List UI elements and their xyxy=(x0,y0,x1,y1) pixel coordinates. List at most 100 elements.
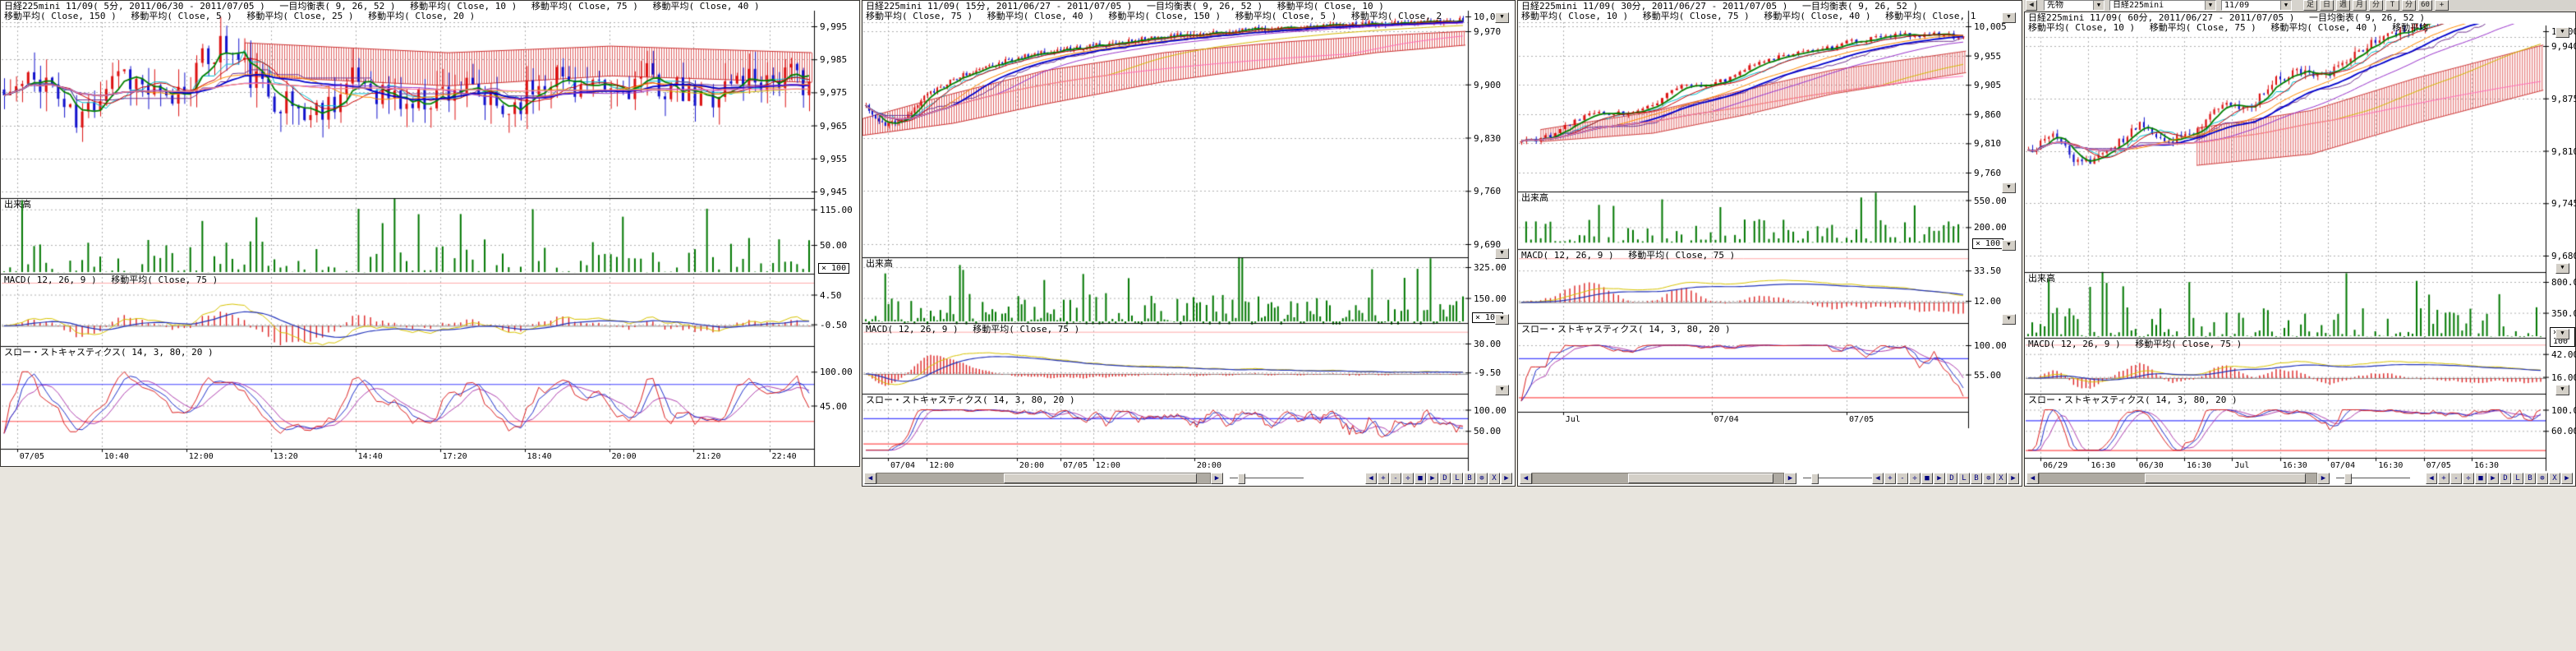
volume-section-label: 出来高 xyxy=(2028,274,2055,284)
price-axis-label: 9,760 xyxy=(1474,187,1501,196)
chart-tool-button[interactable]: ⊕ xyxy=(2537,473,2548,484)
zoom-slider[interactable] xyxy=(1230,473,1304,483)
scrollbar-track[interactable] xyxy=(876,473,1211,484)
time-axis-label: 20:00 xyxy=(1197,461,1221,470)
chevron-down-icon[interactable]: ▼ xyxy=(2205,1,2215,10)
chart-tool-button[interactable]: ✛ xyxy=(2463,473,2474,484)
toolbar-period-button[interactable]: 月 xyxy=(2353,0,2367,11)
time-axis-label: 20:00 xyxy=(1019,461,1044,470)
chart-tool-button[interactable]: ▶ xyxy=(1934,473,1945,484)
section-dropdown-button[interactable]: ▼ xyxy=(1495,385,1509,395)
section-dropdown-button[interactable]: ▼ xyxy=(2002,240,2016,251)
chart-tool-button[interactable]: + xyxy=(2438,473,2450,484)
chart-tool-button[interactable]: ✛ xyxy=(1909,473,1920,484)
toolbar-period-button[interactable]: T xyxy=(2385,0,2399,11)
instrument-combo-1[interactable]: 日経225mini ▼ xyxy=(2109,0,2216,11)
chart-tool-button[interactable]: ▶ xyxy=(2008,473,2019,484)
section-dropdown-button[interactable]: ▼ xyxy=(1495,12,1509,23)
time-axis-label: 17:20 xyxy=(443,452,467,461)
toolbar-period-button[interactable]: + xyxy=(2435,0,2449,11)
scrollbar-thumb[interactable] xyxy=(1004,473,1197,483)
chart-tool-button[interactable]: X xyxy=(1488,473,1500,484)
chart-tool-button[interactable]: ▶ xyxy=(2487,473,2499,484)
price-axis-label: 9,760 xyxy=(1974,169,2001,178)
chart-canvas[interactable] xyxy=(862,1,1515,486)
zoom-slider[interactable] xyxy=(1803,473,1877,483)
toolbar-period-button[interactable]: 週 xyxy=(2336,0,2350,11)
chart-tool-button[interactable]: ■ xyxy=(2475,473,2486,484)
time-axis-label: 07/05 xyxy=(2426,461,2451,470)
chart-scrollbar-row: ◀▶◀+-✛■▶DLB⊕X▶ xyxy=(1520,473,2020,485)
chart-tool-button[interactable]: D xyxy=(1946,473,1957,484)
toolbar-back-button[interactable]: ◀ xyxy=(2026,0,2037,11)
chart-tool-button[interactable]: ◀ xyxy=(1365,473,1377,484)
chart-tool-button[interactable]: ✛ xyxy=(1402,473,1414,484)
section-dropdown-button[interactable]: ▼ xyxy=(2555,263,2569,274)
chart-canvas[interactable] xyxy=(2025,12,2575,486)
chart-tool-button[interactable]: ◀ xyxy=(2426,473,2437,484)
toolbar-period-button[interactable]: 60 xyxy=(2418,0,2432,11)
chart-tool-button[interactable]: ◀ xyxy=(1872,473,1884,484)
time-axis-label: 07/04 xyxy=(2330,461,2355,470)
chart-tool-button[interactable]: ⊕ xyxy=(1476,473,1488,484)
chart-tool-button[interactable]: - xyxy=(1390,473,1401,484)
chart-tool-button[interactable]: ■ xyxy=(1921,473,1933,484)
toolbar-period-button[interactable]: 日 xyxy=(2320,0,2334,11)
chart-tool-button[interactable]: X xyxy=(2549,473,2560,484)
chart-tool-button[interactable]: - xyxy=(2450,473,2462,484)
chart-tool-button[interactable]: X xyxy=(1995,473,2007,484)
zoom-slider[interactable] xyxy=(2336,473,2410,483)
chart-tool-button[interactable]: B xyxy=(2524,473,2536,484)
chart-tool-button[interactable]: ■ xyxy=(1414,473,1426,484)
scrollbar-track[interactable] xyxy=(2039,473,2317,484)
scrollbar-right-arrow[interactable]: ▶ xyxy=(1784,473,1796,484)
chart-tool-button[interactable]: - xyxy=(1897,473,1908,484)
chevron-down-icon[interactable]: ▼ xyxy=(2093,1,2104,10)
scrollbar-right-arrow[interactable]: ▶ xyxy=(2317,473,2330,484)
scrollbar-left-arrow[interactable]: ◀ xyxy=(2026,473,2039,484)
toolbar-period-button[interactable]: 足 xyxy=(2303,0,2317,11)
zoom-slider-handle[interactable] xyxy=(2344,473,2352,484)
chart-tool-button[interactable]: B xyxy=(1464,473,1475,484)
toolbar-period-button[interactable]: 分 xyxy=(2402,0,2416,11)
section-dropdown-button[interactable]: ▼ xyxy=(2002,182,2016,193)
scrollbar-right-arrow[interactable]: ▶ xyxy=(1211,473,1223,484)
section-dropdown-button[interactable]: ▼ xyxy=(2555,27,2569,38)
time-axis-label: 12:00 xyxy=(189,452,214,461)
section-dropdown-button[interactable]: ▼ xyxy=(2555,329,2569,339)
chart-tool-button[interactable]: ▶ xyxy=(2561,473,2573,484)
chart-tool-button[interactable]: L xyxy=(1451,473,1463,484)
combo-label: 日経225mini xyxy=(2113,1,2164,10)
chart-tool-button[interactable]: + xyxy=(1884,473,1896,484)
scrollbar-thumb[interactable] xyxy=(1628,473,1773,483)
volume-axis-label: 800.00 xyxy=(2551,278,2576,287)
section-dropdown-button[interactable]: ▼ xyxy=(2002,314,2016,325)
scrollbar-left-arrow[interactable]: ◀ xyxy=(1520,473,1532,484)
section-dropdown-button[interactable]: ▼ xyxy=(2555,385,2569,395)
scrollbar-track[interactable] xyxy=(1532,473,1784,484)
instrument-combo-0[interactable]: 先物▼ xyxy=(2044,0,2104,11)
chart-tool-button[interactable]: ▶ xyxy=(1501,473,1512,484)
section-dropdown-button[interactable]: ▼ xyxy=(1495,248,1509,259)
section-dropdown-button[interactable]: ▼ xyxy=(1495,314,1509,325)
zoom-slider-handle[interactable] xyxy=(1238,473,1245,484)
time-axis-label: Jul xyxy=(1566,415,1580,424)
chart-tool-button[interactable]: + xyxy=(1378,473,1389,484)
chart-tool-button[interactable]: D xyxy=(1439,473,1451,484)
chart-canvas[interactable] xyxy=(1,1,859,466)
scrollbar-left-arrow[interactable]: ◀ xyxy=(864,473,876,484)
chart-tool-button[interactable]: D xyxy=(2500,473,2511,484)
section-dropdown-button[interactable]: ▼ xyxy=(2002,12,2016,23)
chart-canvas[interactable] xyxy=(1518,1,2022,486)
zoom-slider-handle[interactable] xyxy=(1811,473,1819,484)
chart-tool-button[interactable]: L xyxy=(2512,473,2523,484)
chart-tool-button[interactable]: ⊕ xyxy=(1983,473,1994,484)
chart-tool-button[interactable]: B xyxy=(1971,473,1982,484)
instrument-combo-2[interactable]: 11/09▼ xyxy=(2221,0,2292,11)
scrollbar-thumb[interactable] xyxy=(2145,473,2305,483)
chart-tool-button[interactable]: ▶ xyxy=(1427,473,1438,484)
time-axis-label: 16:30 xyxy=(2474,461,2499,470)
chart-tool-button[interactable]: L xyxy=(1958,473,1970,484)
toolbar-period-button[interactable]: 分 xyxy=(2369,0,2383,11)
chevron-down-icon[interactable]: ▼ xyxy=(2280,1,2291,10)
